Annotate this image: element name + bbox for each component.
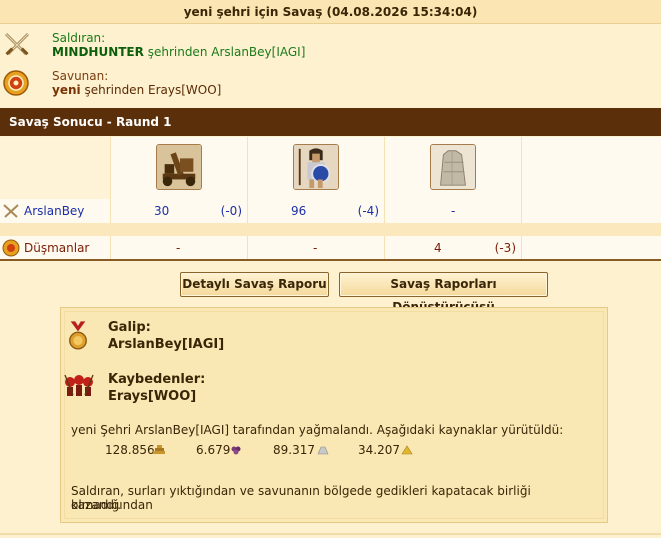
attacker-stats-row: ArslanBey 30 (-0) 96 (-4) - [0,199,661,223]
attacker-wall-cell: - [385,199,522,223]
attacker-wall-count: - [451,204,456,218]
detailed-report-button[interactable]: Detaylı Savaş Raporu [180,272,329,297]
attacker-catapult-cell: 30 (-0) [111,199,248,223]
defense-shield-icon [3,70,29,96]
winner-name: ArslanBey[IAGI] [108,337,225,352]
attacker-hoplite-cell: 96 (-4) [248,199,385,223]
hoplite-unit-icon[interactable] [293,144,339,190]
attacker-label: Saldıran: [52,31,106,45]
attacker-empty-cell [522,199,661,223]
defender-stats-row: Düşmanlar - - 4 (-3) [0,236,661,260]
sulfur-icon [401,445,413,455]
report-title: yeni şehri için Savaş (04.08.2026 15:34:… [0,0,661,24]
defender-wall-loss: (-3) [494,241,516,255]
wood-icon [153,445,165,454]
attacker-info: Saldıran: MINDHUNTER şehrinden ArslanBey… [0,28,661,62]
defender-city-link[interactable]: yeni [52,83,81,97]
marble-icon [317,446,329,455]
bottom-rule [0,533,661,535]
attacker-player-link[interactable]: MINDHUNTER [52,45,144,59]
losers-army-icon [64,374,94,396]
attacker-hoplite-loss: (-4) [357,204,379,218]
attacker-row-link[interactable]: ArslanBey [24,204,84,218]
defender-city-text: şehrinden Erays[WOO] [84,83,222,97]
unit-column-catapult [111,137,248,200]
defender-info: Savunan: yeni şehrinden Erays[WOO] [0,66,661,100]
losers-label: Kaybedenler: [108,372,206,387]
attacker-city-text: şehrinden ArslanBey[IAGI] [147,45,306,59]
round-header: Savaş Sonucu - Raund 1 [0,108,661,136]
defender-label: Savunan: [52,69,109,83]
unit-header-spacer [0,137,111,200]
defender-row-label: Düşmanlar [24,241,90,255]
plunder-description: yeni Şehri ArslanBey[IAGI] tarafından ya… [71,423,564,437]
winner-label: Galip: [108,320,151,335]
winner-medal-icon [69,321,87,350]
defender-hoplite-count: - [313,241,318,255]
attacker-hoplite-count: 96 [291,204,307,218]
defender-catapult-count: - [176,241,181,255]
losers-name: Erays[WOO] [108,389,197,404]
wall-unit-icon[interactable] [430,144,476,190]
unit-column-wall [385,137,522,200]
unit-column-hoplite [248,137,385,200]
defense-shield-icon [2,239,20,257]
attacker-catapult-count: 30 [154,204,170,218]
resource-wood-amount: 128.856 [105,443,155,457]
crossed-swords-icon [3,204,19,218]
attacker-row-name: ArslanBey [0,199,111,223]
section-divider [0,259,661,261]
result-explanation-line2: kazandı. [71,498,122,512]
defender-hoplite-cell: - [248,236,385,260]
resource-sulfur-amount: 34.207 [358,443,400,457]
defender-catapult-cell: - [111,236,248,260]
unit-column-empty [522,137,661,200]
battle-result-panel: Galip: ArslanBey[IAGI] Kaybedenler: Eray… [60,307,608,523]
defender-row-name: Düşmanlar [0,236,111,260]
report-converter-button[interactable]: Savaş Raporları Dönüştürücüsü [339,272,548,314]
defender-wall-count: 4 [434,241,442,255]
result-explanation-line1: Saldıran, surları yıktığından ve savunan… [71,484,531,512]
resource-wine-amount: 6.679 [196,443,231,457]
row-spacer [0,223,661,236]
defender-wall-cell: 4 (-3) [385,236,522,260]
catapult-unit-icon[interactable] [156,144,202,190]
resource-marble-amount: 89.317 [273,443,315,457]
unit-header-row [0,137,661,200]
attacker-catapult-loss: (-0) [220,204,242,218]
attacker-origin: MINDHUNTER şehrinden ArslanBey[IAGI] [52,45,305,59]
wine-icon [231,446,241,455]
defender-origin: yeni şehrinden Erays[WOO] [52,83,221,97]
defender-empty-cell [522,236,661,260]
crossed-swords-icon [4,32,30,56]
